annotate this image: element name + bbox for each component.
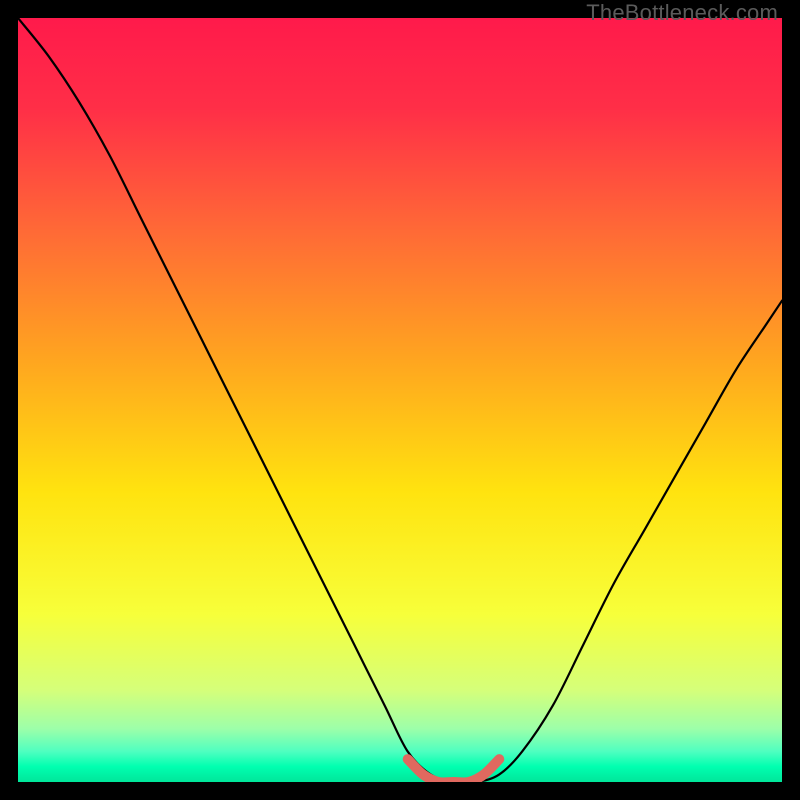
bottleneck-curve xyxy=(18,18,782,782)
plot-area xyxy=(18,18,782,782)
watermark-text: TheBottleneck.com xyxy=(586,0,778,26)
chart-frame: TheBottleneck.com xyxy=(0,0,800,800)
valley-accent-line xyxy=(408,759,500,782)
bottleneck-curve-layer xyxy=(18,18,782,782)
